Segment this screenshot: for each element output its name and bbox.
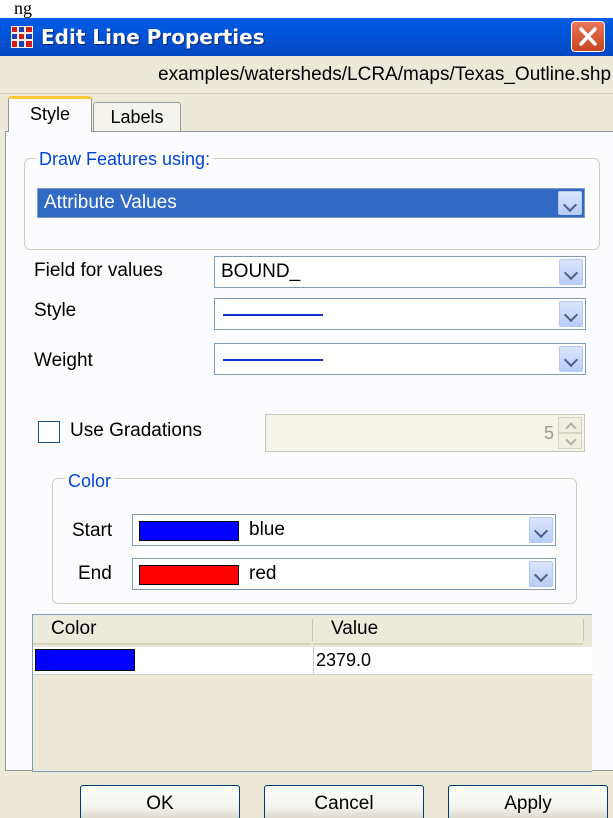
row-color-swatch [35,649,135,671]
start-color-label: Start [72,520,113,541]
end-color-name: red [249,563,277,584]
gradation-table: Color Value 2379.0 [32,614,593,772]
line-weight-select[interactable] [214,343,586,375]
end-color-swatch [139,565,239,585]
column-separator [583,619,584,641]
chevron-down-icon[interactable] [529,517,553,543]
edit-line-properties-dialog: Edit Line Properties examples/watersheds… [0,18,613,818]
spin-up-icon[interactable] [558,417,582,433]
end-color-label: End [78,563,112,584]
file-path-bar: examples/watersheds/LCRA/maps/Texas_Outl… [0,56,613,94]
file-path-text: examples/watersheds/LCRA/maps/Texas_Outl… [158,64,612,85]
color-legend: Color [65,470,115,492]
field-for-values-select[interactable]: BOUND_ [214,256,586,288]
cancel-button[interactable]: Cancel [264,785,424,818]
use-gradations-checkbox[interactable] [38,421,60,443]
start-color-select[interactable]: blue [132,514,556,546]
app-grid-icon [11,26,33,48]
start-color-swatch [139,521,239,541]
close-button[interactable] [571,21,605,52]
line-style-select[interactable] [214,298,586,330]
top-edge-text: ng [14,0,32,18]
end-color-select[interactable]: red [132,558,556,590]
use-gradations-label: Use Gradations [70,420,203,441]
column-header-color[interactable]: Color [33,615,311,645]
chevron-down-icon[interactable] [558,191,582,215]
column-header-value[interactable]: Value [313,615,583,645]
draw-features-value: Attribute Values [44,192,177,213]
field-for-values-label: Field for values [34,260,163,281]
start-color-name: blue [249,519,285,540]
chevron-down-icon[interactable] [529,561,553,587]
ok-button[interactable]: OK [80,785,240,818]
line-weight-swatch [223,359,323,361]
tab-labels[interactable]: Labels [93,102,181,132]
style-label: Style [34,300,77,321]
gradations-spinner[interactable]: 5 [265,414,585,452]
chevron-down-icon[interactable] [559,301,583,327]
spinner-buttons [558,417,582,449]
draw-features-legend: Draw Features using: [36,148,214,170]
draw-features-select[interactable]: Attribute Values [37,188,585,218]
chevron-down-icon[interactable] [559,346,583,372]
row-value: 2379.0 [313,647,585,675]
weight-label: Weight [34,350,93,371]
apply-button[interactable]: Apply [448,785,608,818]
table-row[interactable]: 2379.0 [33,647,593,675]
title-bar[interactable]: Edit Line Properties [0,18,613,56]
tab-style[interactable]: Style [8,96,92,132]
line-style-swatch [223,314,323,316]
close-icon [579,27,597,46]
window-title: Edit Line Properties [41,25,265,49]
chevron-down-icon[interactable] [559,259,583,285]
spin-down-icon[interactable] [558,433,582,449]
field-for-values-value: BOUND_ [221,261,301,282]
gradations-value: 5 [543,423,554,443]
